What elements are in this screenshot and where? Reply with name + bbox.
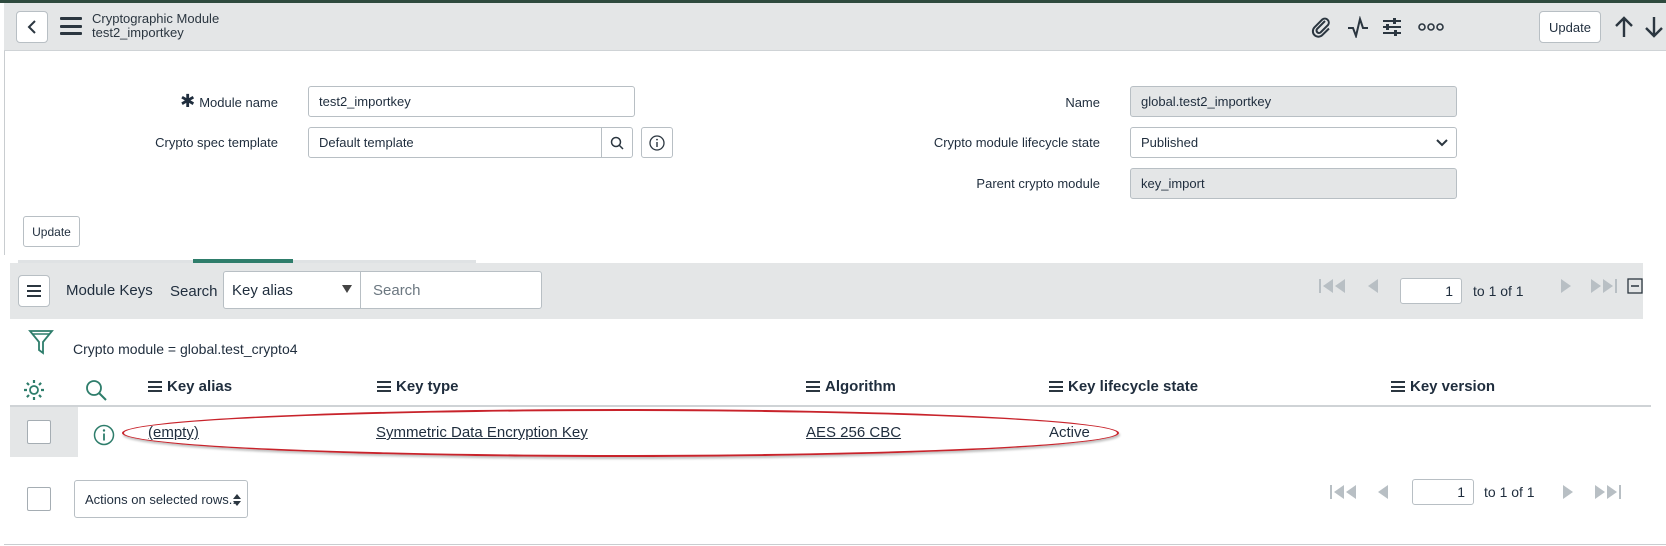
next-page-icon[interactable] [1560,484,1576,500]
header-update-button[interactable]: Update [1539,11,1601,43]
form-frame-border [4,51,5,255]
back-icon [27,20,36,34]
collapse-icon[interactable] [1627,278,1643,294]
personalize-list-icon[interactable] [22,378,46,402]
search-field-value: Key alias [232,281,293,299]
search-icon [610,136,624,150]
crypto-spec-info-button[interactable] [641,127,673,158]
search-input[interactable]: Search [360,271,542,309]
name-label: Name [1065,95,1100,110]
column-menu-icon[interactable] [148,381,162,392]
more-icon[interactable] [1416,15,1446,39]
activity-icon[interactable] [1346,15,1370,39]
lifecycle-select[interactable]: Published [1130,127,1457,158]
column-menu-icon[interactable] [806,381,820,392]
previous-page-icon[interactable] [1375,484,1391,500]
highlight-annotation [122,409,1119,457]
column-header-key-type[interactable]: Key type [377,378,459,395]
actions-select[interactable]: Actions on selected rows... [74,480,248,518]
select-all-checkbox[interactable] [27,487,51,511]
header-title: Cryptographic Module test2_importkey [92,12,219,40]
last-page-icon[interactable] [1586,278,1618,294]
first-page-icon[interactable] [1318,278,1350,294]
row-checkbox[interactable] [27,420,51,444]
table-header-divider [10,405,1651,407]
column-header-key-alias[interactable]: Key alias [148,378,232,395]
next-page-icon[interactable] [1558,278,1574,294]
column-header-key-lifecycle-state[interactable]: Key lifecycle state [1049,378,1198,395]
updown-arrow-icon [233,494,241,506]
form-update-button[interactable]: Update [23,216,80,247]
back-button[interactable] [16,11,48,43]
parent-module-label: Parent crypto module [976,176,1100,191]
column-menu-icon[interactable] [1049,381,1063,392]
previous-page-icon[interactable] [1365,278,1381,294]
row-info-icon[interactable] [93,424,115,451]
name-input: global.test2_importkey [1130,86,1457,117]
column-header-key-version[interactable]: Key version [1391,378,1495,395]
column-menu-icon[interactable] [1391,381,1405,392]
record-name-subtitle: test2_importkey [92,25,184,40]
bottom-page-count-text: to 1 of 1 [1484,484,1535,500]
dropdown-arrow-icon [342,285,352,293]
menu-icon [27,285,41,297]
last-page-icon[interactable] [1590,484,1622,500]
arrow-down-icon[interactable] [1642,15,1666,39]
crypto-spec-lookup-button[interactable] [601,127,633,158]
arrow-up-icon[interactable] [1612,15,1636,39]
page-number-input[interactable]: 1 [1400,278,1462,304]
first-page-icon[interactable] [1329,484,1361,500]
lifecycle-label: Crypto module lifecycle state [933,135,1100,150]
module-name-input[interactable]: test2_importkey [308,86,635,117]
crypto-spec-input[interactable]: Default template [308,127,602,158]
lifecycle-selected-value: Published [1141,135,1199,150]
search-label: Search [170,283,218,300]
required-icon: ✱ [180,91,196,111]
filter-icon[interactable] [28,328,54,356]
list-title: Module Keys [66,282,153,299]
crypto-spec-label: Crypto spec template [155,135,278,150]
actions-select-value: Actions on selected rows... [85,491,240,507]
parent-module-input: key_import [1130,168,1457,199]
column-menu-icon[interactable] [377,381,391,392]
settings-sliders-icon[interactable] [1380,15,1404,39]
search-field-select[interactable]: Key alias [223,271,361,309]
frame-bottom-border [4,544,1666,545]
list-toolbar: Module Keys Search Key alias Search 1 to… [10,263,1643,319]
form-header: Cryptographic Module test2_importkey Upd… [4,3,1666,51]
filter-breadcrumb[interactable]: Crypto module = global.test_crypto4 [73,341,298,357]
info-icon [649,134,665,151]
record-type-title: Cryptographic Module [92,11,220,26]
chevron-down-icon [1436,138,1448,146]
bottom-page-number-input[interactable]: 1 [1412,479,1474,505]
paperclip-icon[interactable] [1309,15,1333,39]
page-count-text: to 1 of 1 [1473,283,1524,299]
module-name-label: ✱ Module name [180,91,278,111]
list-menu-button[interactable] [18,275,50,307]
menu-icon[interactable] [60,17,82,35]
column-search-icon[interactable] [84,378,108,402]
column-header-algorithm[interactable]: Algorithm [806,378,896,395]
